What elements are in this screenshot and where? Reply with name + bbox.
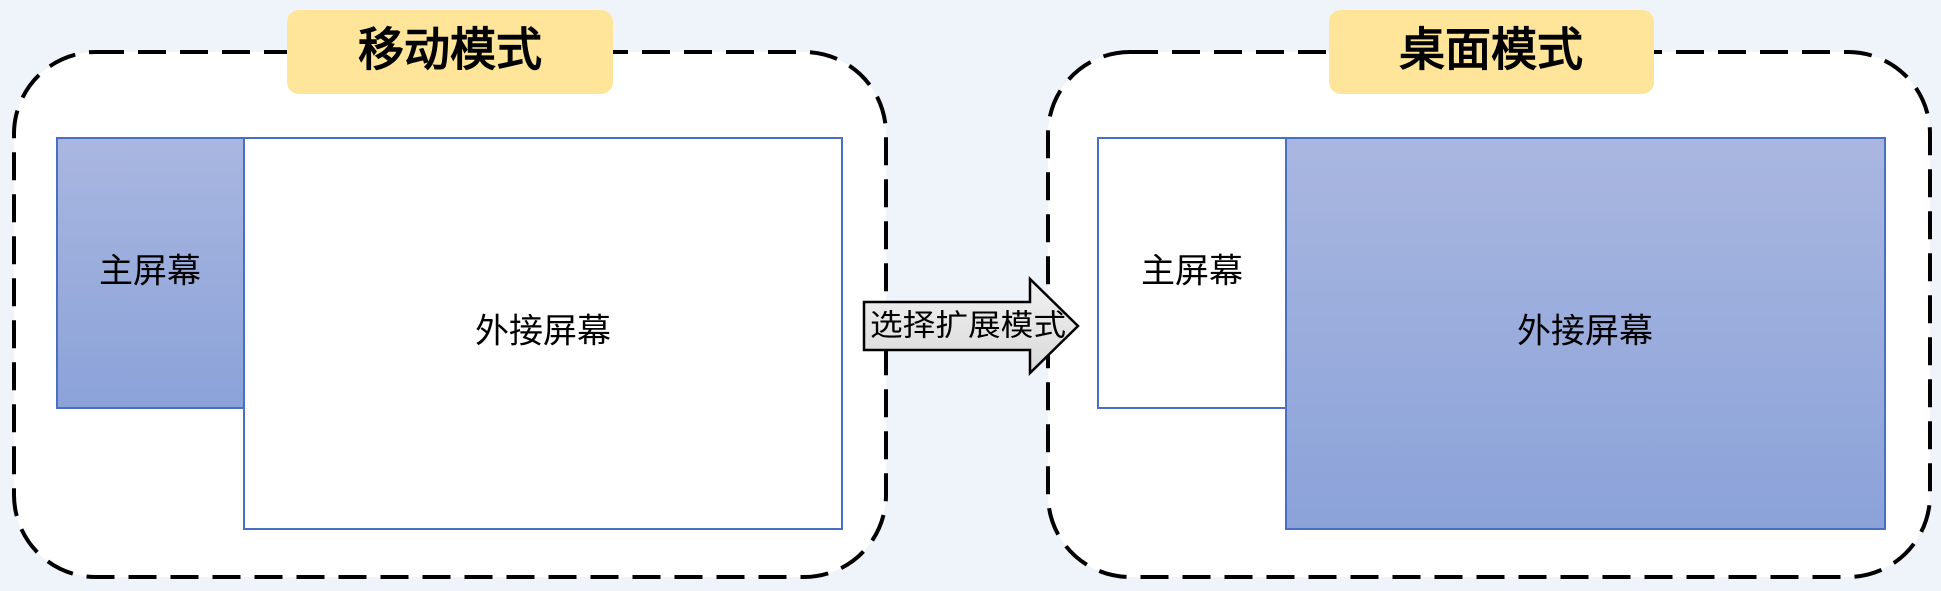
mode-diagram: 主屏幕 外接屏幕 移动模式 主屏幕 外接屏幕 桌面模式 选择扩展模式 bbox=[12, 10, 1932, 579]
mobile-main-screen-label: 主屏幕 bbox=[99, 252, 201, 292]
desktop-mode-title: 桌面模式 bbox=[1399, 23, 1583, 77]
desktop-main-screen-label: 主屏幕 bbox=[1141, 252, 1243, 292]
desktop-external-screen-label: 外接屏幕 bbox=[1517, 312, 1653, 352]
mobile-mode-panel: 主屏幕 外接屏幕 移动模式 bbox=[12, 10, 888, 579]
transition-arrow-label: 选择扩展模式 bbox=[870, 309, 1066, 344]
diagram-stage: 主屏幕 外接屏幕 移动模式 主屏幕 外接屏幕 桌面模式 选择扩展模式 bbox=[0, 0, 1941, 591]
transition-arrow: 选择扩展模式 bbox=[862, 276, 1080, 376]
mobile-external-screen-label: 外接屏幕 bbox=[475, 312, 611, 352]
mobile-mode-title: 移动模式 bbox=[358, 23, 542, 77]
desktop-mode-panel: 主屏幕 外接屏幕 桌面模式 bbox=[1046, 10, 1932, 579]
